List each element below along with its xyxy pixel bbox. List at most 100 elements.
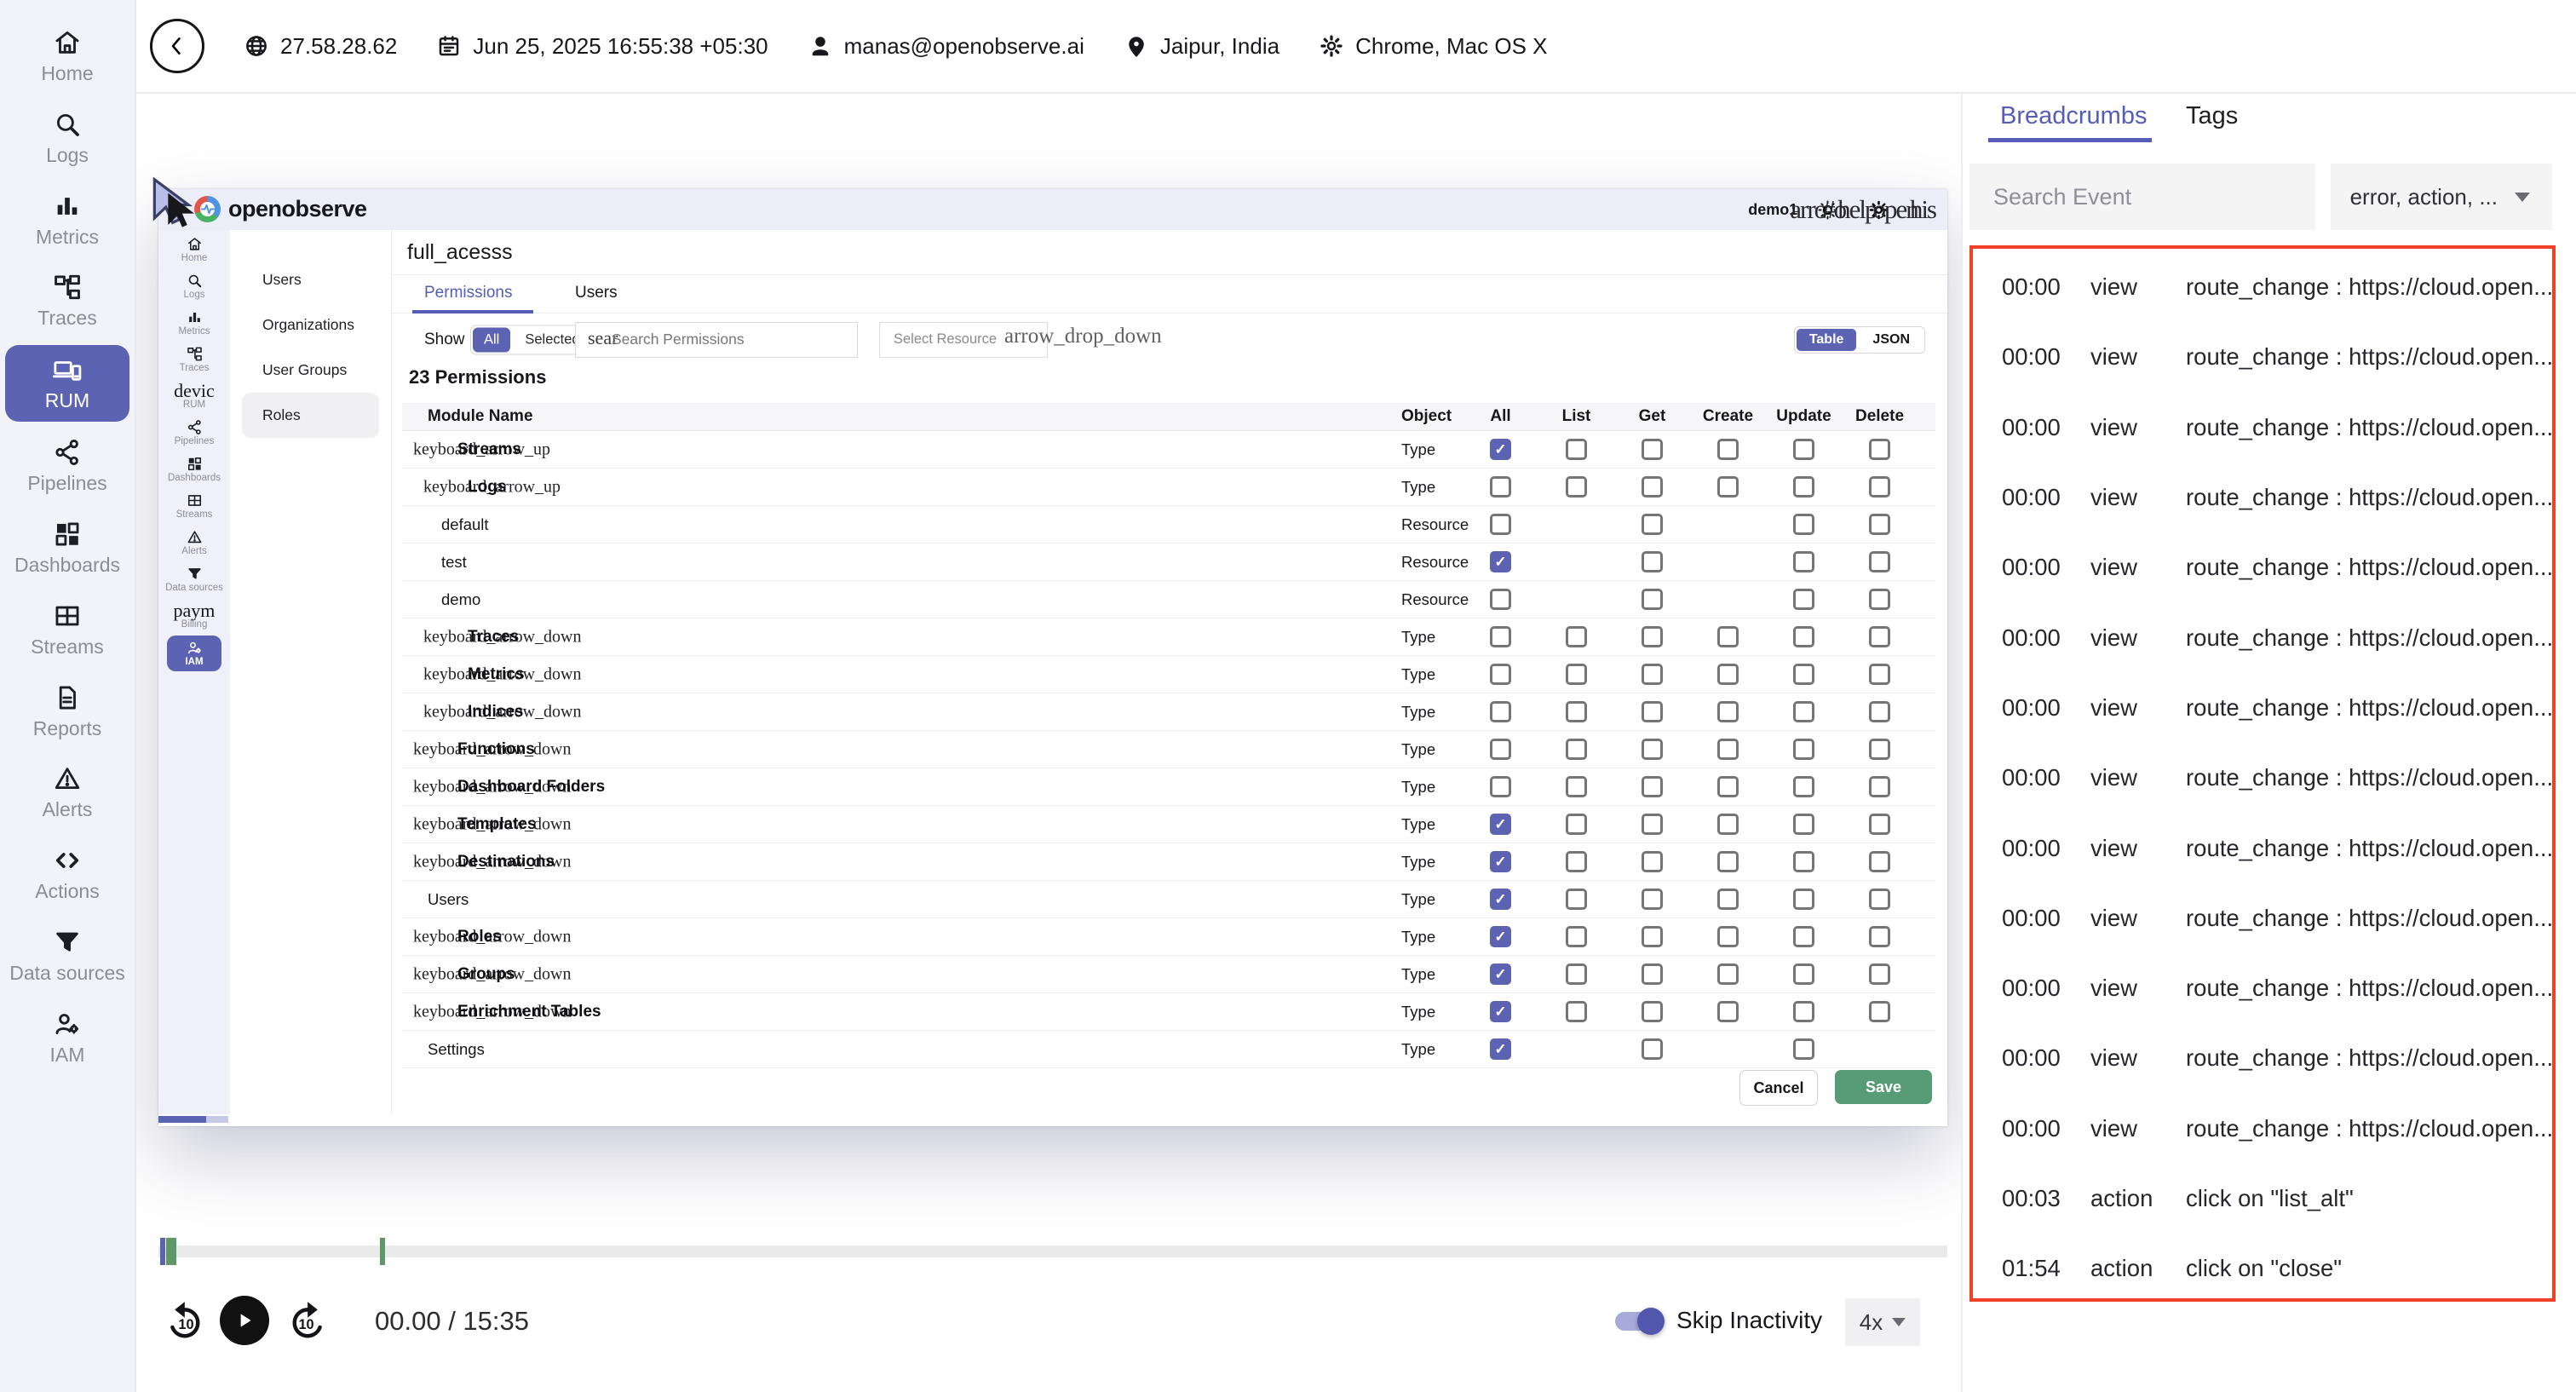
permission-checkbox-all[interactable]	[1490, 589, 1511, 610]
breadcrumb-row[interactable]: 00:00viewroute_change : https://cloud.op…	[1973, 602, 2552, 672]
permission-checkbox-create[interactable]	[1717, 739, 1739, 760]
permission-checkbox-create[interactable]	[1717, 701, 1739, 722]
replay-sidebar-item-home[interactable]: Home	[158, 232, 230, 268]
permission-checkbox-delete[interactable]	[1869, 1001, 1890, 1022]
playback-speed-select[interactable]: 4x	[1845, 1298, 1920, 1346]
permission-checkbox-get[interactable]	[1642, 664, 1663, 685]
permission-checkbox-update[interactable]	[1793, 814, 1814, 835]
permission-checkbox-update[interactable]	[1793, 701, 1814, 722]
playback-timeline[interactable]	[158, 1245, 1947, 1257]
breadcrumb-row[interactable]: 00:00viewroute_change : https://cloud.op…	[1973, 813, 2552, 883]
permission-checkbox-all[interactable]	[1490, 1038, 1511, 1060]
sidebar-item-logs[interactable]: Logs	[5, 97, 129, 179]
permission-checkbox-get[interactable]	[1642, 739, 1663, 760]
permission-checkbox-get[interactable]	[1642, 476, 1663, 498]
sidebar-item-streams[interactable]: Streams	[5, 589, 129, 670]
permission-checkbox-delete[interactable]	[1869, 701, 1890, 722]
replay-sidebar-item-traces[interactable]: Traces	[158, 342, 230, 378]
tab-breadcrumbs[interactable]: Breadcrumbs	[2000, 94, 2147, 138]
breadcrumb-row[interactable]: 00:00viewroute_change : https://cloud.op…	[1973, 322, 2552, 392]
permission-checkbox-update[interactable]	[1793, 889, 1814, 910]
permission-checkbox-create[interactable]	[1717, 776, 1739, 797]
permission-checkbox-get[interactable]	[1642, 1038, 1663, 1060]
permission-checkbox-all[interactable]	[1490, 739, 1511, 760]
permission-checkbox-update[interactable]	[1793, 1038, 1814, 1060]
tab-permissions[interactable]: Permissions	[424, 275, 512, 311]
permission-checkbox-create[interactable]	[1717, 664, 1739, 685]
permission-checkbox-delete[interactable]	[1869, 551, 1890, 572]
permission-checkbox-list[interactable]	[1566, 626, 1587, 647]
permission-checkbox-all[interactable]	[1490, 551, 1511, 572]
permission-checkbox-update[interactable]	[1793, 626, 1814, 647]
permission-checkbox-list[interactable]	[1566, 963, 1587, 985]
sidebar-item-traces[interactable]: Traces	[5, 260, 129, 342]
permission-checkbox-update[interactable]	[1793, 776, 1814, 797]
tab-tags[interactable]: Tags	[2186, 94, 2238, 138]
permission-checkbox-all[interactable]	[1490, 664, 1511, 685]
sidebar-item-data-sources[interactable]: Data sources	[5, 915, 129, 997]
permission-checkbox-update[interactable]	[1793, 476, 1814, 498]
table-view-button[interactable]: Table	[1797, 329, 1857, 351]
permission-checkbox-update[interactable]	[1793, 851, 1814, 872]
sidebar-item-home[interactable]: Home	[5, 15, 129, 97]
permission-checkbox-delete[interactable]	[1869, 889, 1890, 910]
permission-checkbox-delete[interactable]	[1869, 851, 1890, 872]
replay-sidebar-item-logs[interactable]: Logs	[158, 268, 230, 305]
play-button[interactable]	[220, 1296, 269, 1345]
permission-checkbox-delete[interactable]	[1869, 589, 1890, 610]
permission-checkbox-list[interactable]	[1566, 926, 1587, 947]
permission-checkbox-update[interactable]	[1793, 1001, 1814, 1022]
permission-checkbox-list[interactable]	[1566, 776, 1587, 797]
permission-checkbox-all[interactable]	[1490, 701, 1511, 722]
permission-checkbox-delete[interactable]	[1869, 926, 1890, 947]
permission-checkbox-get[interactable]	[1642, 439, 1663, 460]
replay-sidebar-item-streams[interactable]: Streams	[158, 488, 230, 525]
rewind-10-button[interactable]: 10	[162, 1297, 210, 1344]
sidebar-item-reports[interactable]: Reports	[5, 670, 129, 752]
permission-checkbox-update[interactable]	[1793, 589, 1814, 610]
breadcrumb-row[interactable]: 00:00viewroute_change : https://cloud.op…	[1973, 393, 2552, 463]
back-button[interactable]	[150, 19, 204, 73]
permission-checkbox-all[interactable]	[1490, 851, 1511, 872]
save-button[interactable]: Save	[1835, 1070, 1932, 1104]
permission-checkbox-delete[interactable]	[1869, 514, 1890, 535]
permission-checkbox-get[interactable]	[1642, 626, 1663, 647]
permission-checkbox-list[interactable]	[1566, 739, 1587, 760]
iam-menu-item-users[interactable]: Users	[230, 257, 391, 302]
permission-checkbox-get[interactable]	[1642, 514, 1663, 535]
iam-menu-item-roles[interactable]: Roles	[242, 393, 379, 438]
permission-checkbox-create[interactable]	[1717, 926, 1739, 947]
skip-inactivity-toggle[interactable]	[1615, 1312, 1659, 1331]
permission-checkbox-get[interactable]	[1642, 851, 1663, 872]
permission-checkbox-list[interactable]	[1566, 664, 1587, 685]
timeline-event-marker[interactable]	[380, 1238, 385, 1265]
search-event-input[interactable]	[1969, 164, 2315, 230]
select-resource-input[interactable]: Select Resource arrow_drop_down	[879, 322, 1048, 358]
sidebar-item-pipelines[interactable]: Pipelines	[5, 425, 129, 507]
permission-checkbox-get[interactable]	[1642, 776, 1663, 797]
permission-checkbox-list[interactable]	[1566, 851, 1587, 872]
permission-checkbox-update[interactable]	[1793, 551, 1814, 572]
permission-checkbox-delete[interactable]	[1869, 776, 1890, 797]
replay-sidebar-item-dashboards[interactable]: Dashboards	[158, 452, 230, 488]
permission-checkbox-get[interactable]	[1642, 889, 1663, 910]
permission-checkbox-list[interactable]	[1566, 476, 1587, 498]
timeline-event-marker[interactable]	[160, 1238, 165, 1265]
permission-checkbox-update[interactable]	[1793, 514, 1814, 535]
show-all-button[interactable]: All	[473, 328, 510, 353]
permission-checkbox-create[interactable]	[1717, 439, 1739, 460]
permission-checkbox-create[interactable]	[1717, 626, 1739, 647]
sidebar-item-iam[interactable]: IAM	[5, 997, 129, 1079]
sidebar-item-alerts[interactable]: Alerts	[5, 751, 129, 833]
json-view-button[interactable]: JSON	[1858, 327, 1924, 353]
breadcrumb-row[interactable]: 00:00viewroute_change : https://cloud.op…	[1973, 883, 2552, 953]
permission-checkbox-list[interactable]	[1566, 814, 1587, 835]
permission-checkbox-all[interactable]	[1490, 514, 1511, 535]
tab-users[interactable]: Users	[575, 275, 618, 311]
permission-checkbox-create[interactable]	[1717, 889, 1739, 910]
breadcrumb-row[interactable]: 00:03actionclick on "list_alt"	[1973, 1164, 2552, 1234]
permission-checkbox-list[interactable]	[1566, 701, 1587, 722]
breadcrumb-row[interactable]: 00:00viewroute_change : https://cloud.op…	[1973, 463, 2552, 532]
permission-checkbox-all[interactable]	[1490, 926, 1511, 947]
breadcrumb-row[interactable]: 00:00viewroute_change : https://cloud.op…	[1973, 252, 2552, 322]
